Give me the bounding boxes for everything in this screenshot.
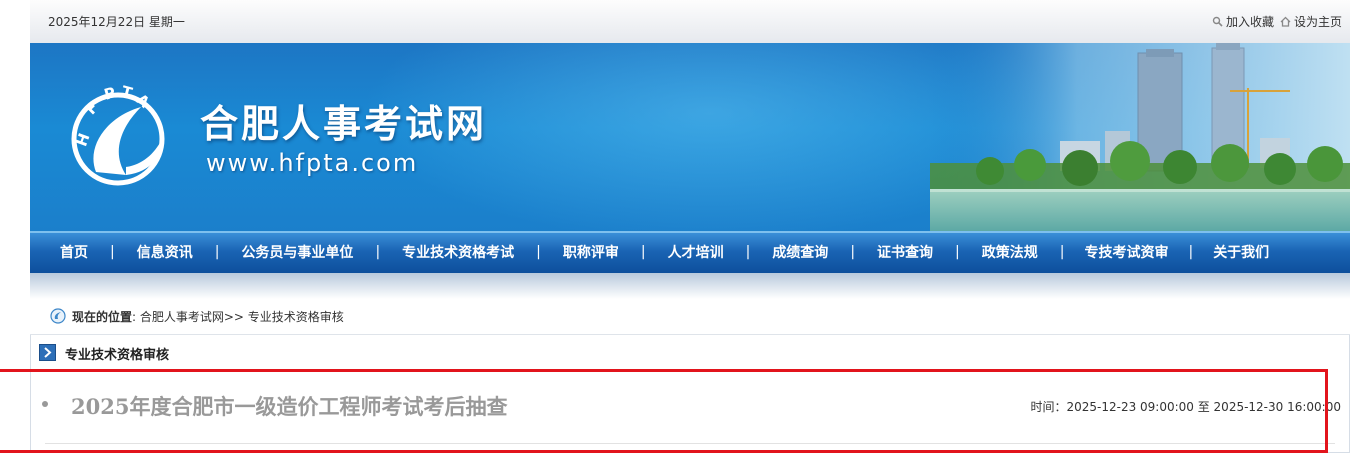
list-bullet [42, 401, 48, 407]
nav-list: 首页 | 信息资讯 | 公务员与事业单位 | 专业技术资格考试 | 职称评审 | 人才培训 | 成绩查询… [30, 233, 1350, 271]
set-homepage-label: 设为主页 [1293, 15, 1342, 29]
top-bar: 2025年12月22日 星期一 加入收藏 设为主页 [30, 0, 1350, 43]
nav-shadow [30, 273, 1350, 299]
nav-item[interactable]: 专业技术资格考试 [380, 242, 536, 262]
location-icon [50, 308, 66, 324]
breadcrumb: 现在的位置 : 合肥人事考试网>> 专业技术资格审核 [50, 306, 344, 326]
content-box: 专业技术资格审核 2025年度合肥市一级造价工程师考试考后抽查 时间：2025-… [30, 335, 1350, 453]
item-divider [45, 443, 1335, 444]
site-name: 合肥人事考试网 [200, 101, 488, 146]
home-icon [1280, 16, 1291, 27]
add-bookmark-label: 加入收藏 [1225, 15, 1274, 29]
nav-item[interactable]: 首页 [38, 242, 110, 262]
arrow-right-icon [39, 344, 56, 361]
breadcrumb-path[interactable]: : 合肥人事考试网>> 专业技术资格审核 [132, 308, 344, 325]
city-skyline-image [930, 43, 1350, 231]
search-icon [1212, 16, 1223, 27]
section-header: 专业技术资格审核 [31, 335, 1349, 369]
current-date: 2025年12月22日 星期一 [48, 15, 185, 29]
nav-item[interactable]: 关于我们 [1193, 242, 1289, 262]
main-nav: 首页 | 信息资讯 | 公务员与事业单位 | 专业技术资格考试 | 职称评审 | 人才培训 | 成绩查询… [30, 231, 1350, 273]
set-homepage-link[interactable]: 设为主页 [1280, 13, 1342, 30]
nav-item[interactable]: 人才培训 [646, 242, 746, 262]
nav-item[interactable]: 信息资讯 [115, 242, 215, 262]
section-title: 专业技术资格审核 [65, 348, 170, 363]
hfpta-logo: H F P T A [71, 82, 165, 186]
nav-item[interactable]: 成绩查询 [750, 242, 850, 262]
nav-item[interactable]: 专技考试资审 [1064, 242, 1188, 262]
nav-item[interactable]: 证书查询 [855, 242, 955, 262]
top-links: 加入收藏 设为主页 [1212, 13, 1342, 30]
breadcrumb-prefix: 现在的位置 [72, 309, 133, 324]
exam-notice-link[interactable]: 2025年度合肥市一级造价工程师考试考后抽查 [71, 391, 507, 421]
nav-item[interactable]: 公务员与事业单位 [219, 242, 375, 262]
nav-item[interactable]: 职称评审 [541, 242, 641, 262]
notice-time: 时间：2025-12-23 09:00:00 至 2025-12-30 16:0… [1030, 400, 1341, 414]
header-banner: H F P T A 合肥人事考试网 www.hfpta.com [30, 43, 1350, 231]
add-bookmark-link[interactable]: 加入收藏 [1212, 13, 1274, 30]
nav-item[interactable]: 政策法规 [960, 242, 1060, 262]
list-item: 2025年度合肥市一级造价工程师考试考后抽查 时间：2025-12-23 09:… [31, 373, 1349, 445]
svg-text:P: P [102, 83, 117, 103]
page: 2025年12月22日 星期一 加入收藏 设为主页 H F P T A 合肥人事… [30, 0, 1350, 455]
site-url: www.hfpta.com [206, 149, 419, 177]
